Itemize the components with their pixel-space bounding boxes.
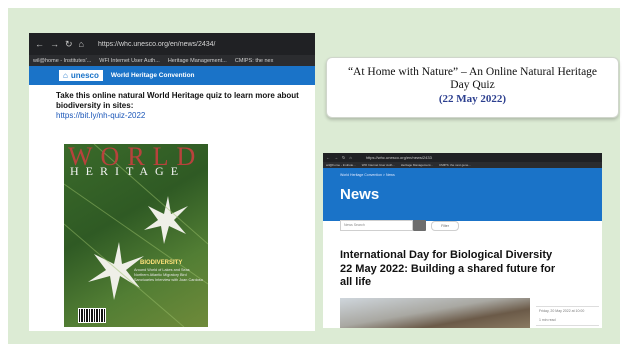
search-button[interactable] xyxy=(413,220,426,231)
forward-icon[interactable]: → xyxy=(50,39,59,49)
reload-icon[interactable]: ↻ xyxy=(342,155,345,160)
address-bar[interactable]: https://whc.unesco.org/en/news/2433 xyxy=(366,155,432,160)
back-icon[interactable]: ← xyxy=(326,155,330,160)
temple-icon: ⌂ xyxy=(63,71,68,80)
site-subtitle[interactable]: World Heritage Convention xyxy=(111,72,195,79)
bookmark-item[interactable]: CMIPS: the next gene... xyxy=(439,163,471,167)
unesco-logo[interactable]: ⌂ unesco xyxy=(59,70,103,81)
bookmark-item[interactable]: Heritage Management... xyxy=(168,58,227,64)
article-meta: Friday, 20 May 2022 at 10:00 1 min read xyxy=(536,306,599,326)
address-bar[interactable]: https://whc.unesco.org/en/news/2434/ xyxy=(98,41,309,48)
barcode xyxy=(78,308,106,323)
reload-icon[interactable]: ↻ xyxy=(65,39,73,50)
bookmark-item[interactable]: wil@home - Institute... xyxy=(326,163,356,167)
title-card: “At Home with Nature” – An Online Natura… xyxy=(326,57,619,118)
browser-toolbar: ← → ↻ ⌂ https://whc.unesco.org/en/news/2… xyxy=(323,153,602,162)
title-line-1: “At Home with Nature” – An Online Natura… xyxy=(347,66,598,78)
title-date: (22 May 2022) xyxy=(438,93,507,105)
page-title: News xyxy=(340,186,380,203)
bookmark-item[interactable]: WFI Internet User Auth... xyxy=(99,58,160,64)
read-time: 1 min read xyxy=(539,318,556,322)
forward-icon[interactable]: → xyxy=(334,155,338,160)
bookmark-item[interactable]: wil@home - Institutes'... xyxy=(33,58,91,64)
browser-toolbar: ← → ↻ ⌂ https://whc.unesco.org/en/news/2… xyxy=(29,33,315,55)
brand-name: unesco xyxy=(70,71,99,80)
cover-fine-print: Around World of Lakes and Seas Northern … xyxy=(134,268,203,282)
cover-subtitle: HERITAGE xyxy=(70,164,186,178)
title-line-2: Day Quiz xyxy=(450,79,495,91)
quiz-text: Take this online natural World Heritage … xyxy=(56,91,299,110)
article-date: Friday, 20 May 2022 at 10:00 xyxy=(539,309,585,313)
quiz-link[interactable]: https://bit.ly/nh-quiz-2022 xyxy=(29,111,315,120)
bookmark-item[interactable]: WFI Internet User Auth... xyxy=(362,163,395,167)
bookmark-item[interactable]: Heritage Management... xyxy=(401,163,433,167)
filter-button[interactable]: Filter xyxy=(431,221,459,231)
back-icon[interactable]: ← xyxy=(35,39,44,49)
article-image[interactable] xyxy=(340,298,530,328)
unesco-header: ⌂ unesco World Heritage Convention xyxy=(29,66,315,85)
bookmark-item[interactable]: CMIPS: the nex xyxy=(235,58,274,64)
news-hero: World Heritage Convention > News News xyxy=(323,168,602,221)
search-input[interactable]: News Search xyxy=(340,220,413,231)
bookmarks-bar: wil@home - Institutes'... WFI Internet U… xyxy=(29,55,315,66)
article-title[interactable]: International Day for Biological Diversi… xyxy=(340,249,560,290)
magazine-cover: WORLD HERITAGE BIODIVERSITY Around World… xyxy=(64,144,208,327)
cover-feature: BIODIVERSITY xyxy=(140,260,183,266)
home-icon[interactable]: ⌂ xyxy=(79,39,84,49)
home-icon[interactable]: ⌂ xyxy=(349,155,351,160)
breadcrumb[interactable]: World Heritage Convention > News xyxy=(340,173,395,177)
right-browser-window: ← → ↻ ⌂ https://whc.unesco.org/en/news/2… xyxy=(323,153,602,328)
